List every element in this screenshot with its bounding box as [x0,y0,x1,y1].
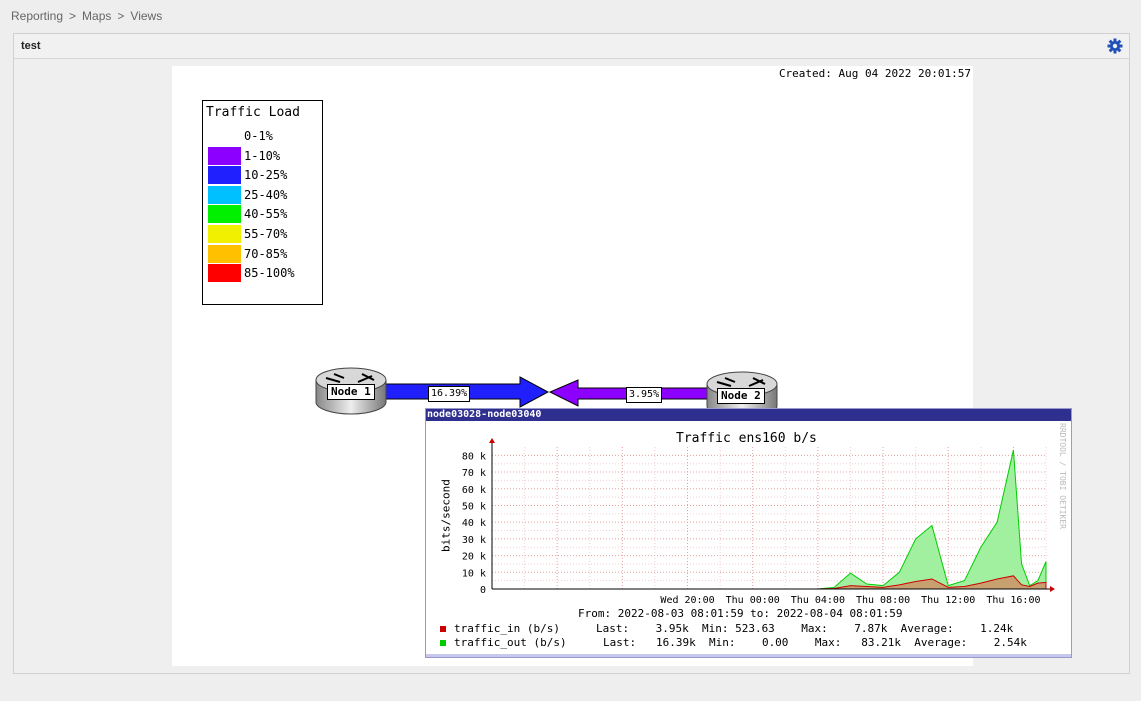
y-tick-label: 30 k [462,535,486,546]
x-tick-label: Thu 00:00 [726,595,780,606]
series-traffic-out [492,449,1047,590]
y-axis-arrow [489,438,495,443]
panel-header: test [14,34,1129,59]
legend-traffic-out: traffic_out (b/s) Last: 16.39k Min: 0.00… [440,636,1027,701]
x-axis-arrow [1050,586,1055,592]
node-2-label[interactable]: Node 2 [717,388,765,404]
y-tick-label: 20 k [462,552,486,563]
y-tick-label: 60 k [462,485,486,496]
gear-icon[interactable] [1107,38,1123,54]
traffic-out-name: traffic_out (b/s) [454,636,567,649]
panel-title: test [21,40,41,52]
breadcrumb-reporting[interactable]: Reporting [11,9,63,23]
link-label-out: 16.39% [428,386,471,402]
popup-bottom-border [426,654,1071,657]
y-tick-label: 50 k [462,501,486,512]
traffic-chart: 0 10 k 20 k 30 k 40 k 50 k 60 k 70 k 80 k Wed 20:… [462,438,1055,606]
y-tick-label: 10 k [462,568,486,579]
y-tick-label: 40 k [462,518,486,529]
traffic-in-name: traffic_in (b/s) [454,622,560,635]
traffic-in-swatch [440,626,446,632]
y-tick-label: 70 k [462,468,486,479]
node-1-label[interactable]: Node 1 [327,384,375,400]
breadcrumb-views: Views [130,9,163,23]
traffic-out-swatch [440,640,446,646]
breadcrumb-separator: > [117,9,125,23]
traffic-out-stats: Last: 16.39k Min: 0.00 Max: 83.21k Avera… [603,636,1027,649]
breadcrumb-separator: > [69,9,77,23]
link-label-in: 3.95% [626,387,663,403]
breadcrumb-maps[interactable]: Maps [82,9,111,23]
traffic-graph-popup: node03028-node03040 Traffic ens160 b/s b… [425,408,1072,658]
traffic-in-stats: Last: 3.95k Min: 523.63 Max: 7.87k Avera… [596,622,1014,635]
y-tick-label: 0 [480,585,486,596]
x-tick-label: Thu 16:00 [986,595,1040,606]
breadcrumb: Reporting > Maps > Views [11,9,162,23]
y-tick-label: 80 k [462,451,486,462]
x-tick-label: Thu 04:00 [791,595,845,606]
x-tick-label: Thu 08:00 [856,595,910,606]
time-range: From: 2022-08-03 08:01:59 to: 2022-08-04… [578,607,903,620]
x-tick-label: Thu 12:00 [921,595,975,606]
x-tick-label: Wed 20:00 [660,595,714,606]
